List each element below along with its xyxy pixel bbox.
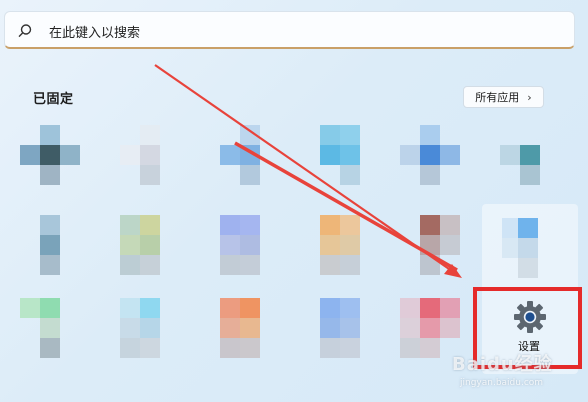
baidu-watermark: Baidu经验 [452, 354, 553, 375]
annotation-arrows [154, 64, 462, 278]
annotation-arrow-line [234, 141, 458, 272]
baidu-watermark-url: jingyan.baidu.com [460, 378, 544, 388]
